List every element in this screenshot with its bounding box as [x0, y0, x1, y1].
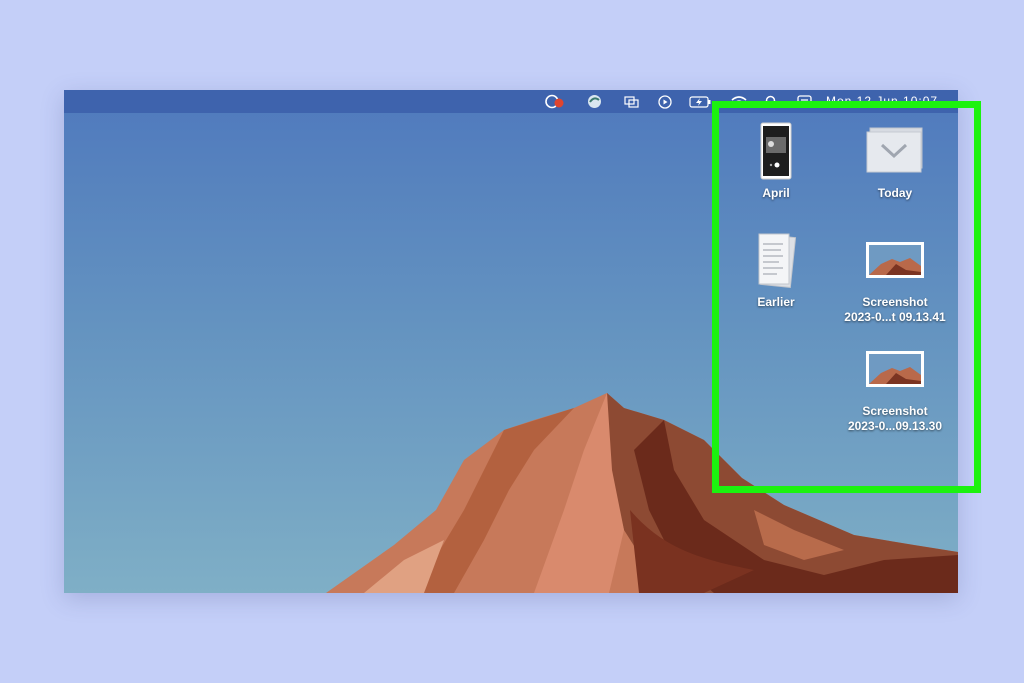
app-globe-icon[interactable]	[586, 94, 602, 109]
play-icon[interactable]	[657, 94, 673, 109]
battery-icon[interactable]	[688, 94, 712, 109]
window-icon[interactable]	[624, 94, 640, 109]
screen-share-icon[interactable]	[544, 94, 566, 109]
highlight-box	[712, 101, 981, 493]
